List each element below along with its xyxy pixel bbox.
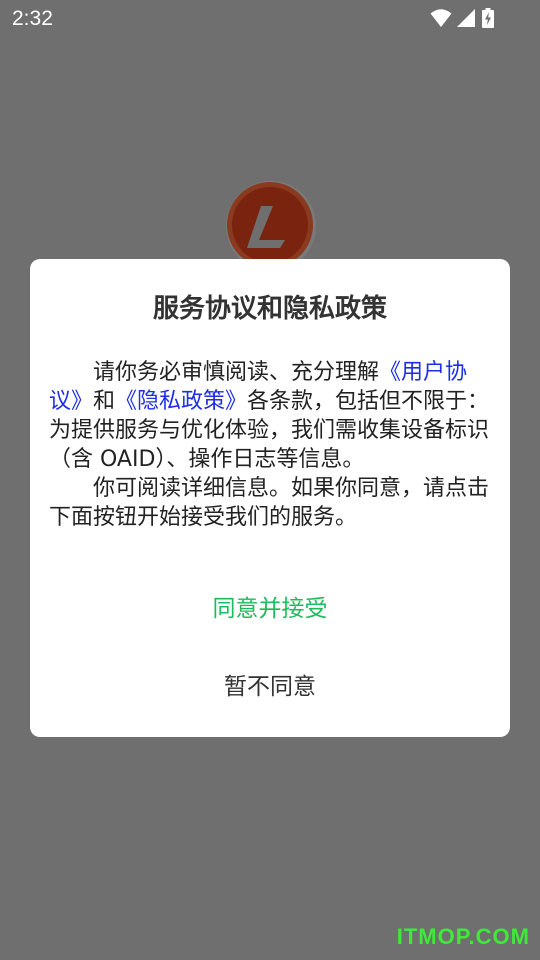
status-bar: 2:32 xyxy=(0,0,540,38)
privacy-dialog: 服务协议和隐私政策 请你务必审慎阅读、充分理解《用户协议》和《隐私政策》各条款，… xyxy=(30,259,510,737)
decline-button[interactable]: 暂不同意 xyxy=(130,667,410,707)
dialog-body: 请你务必审慎阅读、充分理解《用户协议》和《隐私政策》各条款，包括但不限于：为提供… xyxy=(49,358,494,532)
status-icons xyxy=(430,8,500,28)
cellular-signal-icon xyxy=(457,9,475,27)
privacy-policy-link[interactable]: 《隐私政策》 xyxy=(115,389,247,414)
paragraph-1-intro: 请你务必审慎阅读、充分理解 xyxy=(93,360,380,385)
wifi-icon xyxy=(430,9,452,27)
agree-button[interactable]: 同意并接受 xyxy=(130,589,410,629)
dialog-paragraph-1: 请你务必审慎阅读、充分理解《用户协议》和《隐私政策》各条款，包括但不限于：为提供… xyxy=(49,358,494,474)
watermark: ITMOP.COM xyxy=(396,924,530,949)
paragraph-1-and: 和 xyxy=(93,389,116,414)
status-time: 2:32 xyxy=(12,7,53,30)
battery-charging-icon xyxy=(482,8,494,28)
dialog-paragraph-2: 你可阅读详细信息。如果你同意，请点击下面按钮开始接受我们的服务。 xyxy=(49,476,490,530)
dialog-title: 服务协议和隐私政策 xyxy=(152,294,387,324)
